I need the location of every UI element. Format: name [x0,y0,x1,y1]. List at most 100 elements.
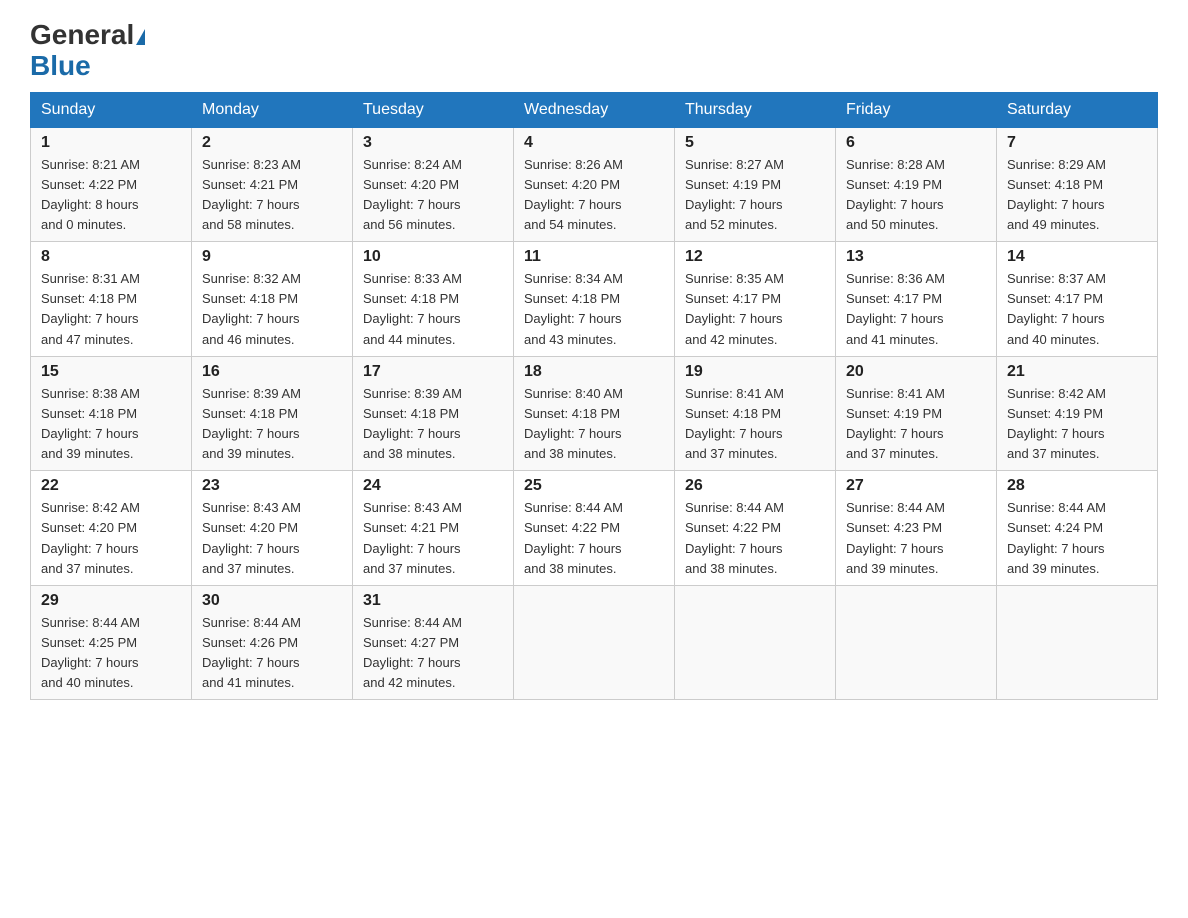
day-info: Sunrise: 8:39 AMSunset: 4:18 PMDaylight:… [363,384,503,465]
day-info: Sunrise: 8:43 AMSunset: 4:20 PMDaylight:… [202,498,342,579]
day-info: Sunrise: 8:24 AMSunset: 4:20 PMDaylight:… [363,155,503,236]
day-info: Sunrise: 8:32 AMSunset: 4:18 PMDaylight:… [202,269,342,350]
col-header-saturday: Saturday [997,92,1158,127]
day-info: Sunrise: 8:35 AMSunset: 4:17 PMDaylight:… [685,269,825,350]
calendar-cell: 10 Sunrise: 8:33 AMSunset: 4:18 PMDayligh… [353,242,514,357]
day-info: Sunrise: 8:42 AMSunset: 4:20 PMDaylight:… [41,498,181,579]
calendar-week-row: 29 Sunrise: 8:44 AMSunset: 4:25 PMDayligh… [31,585,1158,700]
calendar-cell: 18Sunrise: 8:40 AMSunset: 4:18 PMDayligh… [514,356,675,471]
day-number: 31 [363,592,503,610]
calendar-cell [514,585,675,700]
calendar-cell: 8 Sunrise: 8:31 AMSunset: 4:18 PMDaylight… [31,242,192,357]
day-number: 9 [202,248,342,266]
day-info: Sunrise: 8:44 AMSunset: 4:25 PMDaylight:… [41,613,181,694]
calendar-cell: 28Sunrise: 8:44 AMSunset: 4:24 PMDayligh… [997,471,1158,586]
day-info: Sunrise: 8:26 AMSunset: 4:20 PMDaylight:… [524,155,664,236]
calendar-week-row: 1 Sunrise: 8:21 AMSunset: 4:22 PMDaylight… [31,127,1158,242]
day-info: Sunrise: 8:41 AMSunset: 4:19 PMDaylight:… [846,384,986,465]
calendar-cell [997,585,1158,700]
calendar-table: SundayMondayTuesdayWednesdayThursdayFrid… [30,92,1158,701]
day-number: 22 [41,477,181,495]
calendar-cell: 20 Sunrise: 8:41 AMSunset: 4:19 PMDayligh… [836,356,997,471]
day-number: 2 [202,134,342,152]
calendar-cell: 29 Sunrise: 8:44 AMSunset: 4:25 PMDayligh… [31,585,192,700]
day-info: Sunrise: 8:21 AMSunset: 4:22 PMDaylight:… [41,155,181,236]
calendar-cell: 23Sunrise: 8:43 AMSunset: 4:20 PMDayligh… [192,471,353,586]
calendar-cell: 6Sunrise: 8:28 AMSunset: 4:19 PMDaylight… [836,127,997,242]
calendar-cell: 3Sunrise: 8:24 AMSunset: 4:20 PMDaylight… [353,127,514,242]
calendar-cell: 5 Sunrise: 8:27 AMSunset: 4:19 PMDaylight… [675,127,836,242]
calendar-cell: 9 Sunrise: 8:32 AMSunset: 4:18 PMDaylight… [192,242,353,357]
day-number: 20 [846,363,986,381]
day-info: Sunrise: 8:44 AMSunset: 4:23 PMDaylight:… [846,498,986,579]
day-info: Sunrise: 8:39 AMSunset: 4:18 PMDaylight:… [202,384,342,465]
day-number: 4 [524,134,664,152]
calendar-cell: 12 Sunrise: 8:35 AMSunset: 4:17 PMDayligh… [675,242,836,357]
calendar-cell [836,585,997,700]
col-header-thursday: Thursday [675,92,836,127]
calendar-header-row: SundayMondayTuesdayWednesdayThursdayFrid… [31,92,1158,127]
day-info: Sunrise: 8:42 AMSunset: 4:19 PMDaylight:… [1007,384,1147,465]
day-number: 24 [363,477,503,495]
calendar-cell: 2Sunrise: 8:23 AMSunset: 4:21 PMDaylight… [192,127,353,242]
day-number: 30 [202,592,342,610]
calendar-cell: 1 Sunrise: 8:21 AMSunset: 4:22 PMDaylight… [31,127,192,242]
calendar-week-row: 8 Sunrise: 8:31 AMSunset: 4:18 PMDaylight… [31,242,1158,357]
calendar-cell: 13Sunrise: 8:36 AMSunset: 4:17 PMDayligh… [836,242,997,357]
calendar-cell: 11Sunrise: 8:34 AMSunset: 4:18 PMDayligh… [514,242,675,357]
day-info: Sunrise: 8:44 AMSunset: 4:22 PMDaylight:… [685,498,825,579]
page-header: General Blue [30,20,1158,82]
day-number: 27 [846,477,986,495]
day-number: 12 [685,248,825,266]
calendar-cell: 17 Sunrise: 8:39 AMSunset: 4:18 PMDayligh… [353,356,514,471]
day-number: 1 [41,134,181,152]
day-number: 8 [41,248,181,266]
day-info: Sunrise: 8:44 AMSunset: 4:22 PMDaylight:… [524,498,664,579]
day-info: Sunrise: 8:27 AMSunset: 4:19 PMDaylight:… [685,155,825,236]
logo: General Blue [30,20,145,82]
day-number: 15 [41,363,181,381]
calendar-cell: 19Sunrise: 8:41 AMSunset: 4:18 PMDayligh… [675,356,836,471]
col-header-monday: Monday [192,92,353,127]
day-info: Sunrise: 8:44 AMSunset: 4:27 PMDaylight:… [363,613,503,694]
day-number: 25 [524,477,664,495]
calendar-cell: 4 Sunrise: 8:26 AMSunset: 4:20 PMDaylight… [514,127,675,242]
logo-general-text: General [30,20,145,51]
day-info: Sunrise: 8:37 AMSunset: 4:17 PMDaylight:… [1007,269,1147,350]
calendar-cell: 15 Sunrise: 8:38 AMSunset: 4:18 PMDayligh… [31,356,192,471]
logo-blue-text: Blue [30,51,91,82]
day-number: 7 [1007,134,1147,152]
day-number: 19 [685,363,825,381]
day-info: Sunrise: 8:28 AMSunset: 4:19 PMDaylight:… [846,155,986,236]
day-number: 10 [363,248,503,266]
day-number: 21 [1007,363,1147,381]
calendar-cell: 27 Sunrise: 8:44 AMSunset: 4:23 PMDayligh… [836,471,997,586]
calendar-cell: 14 Sunrise: 8:37 AMSunset: 4:17 PMDayligh… [997,242,1158,357]
day-info: Sunrise: 8:44 AMSunset: 4:26 PMDaylight:… [202,613,342,694]
calendar-cell: 30 Sunrise: 8:44 AMSunset: 4:26 PMDayligh… [192,585,353,700]
calendar-week-row: 15 Sunrise: 8:38 AMSunset: 4:18 PMDayligh… [31,356,1158,471]
day-number: 5 [685,134,825,152]
calendar-week-row: 22 Sunrise: 8:42 AMSunset: 4:20 PMDayligh… [31,471,1158,586]
day-info: Sunrise: 8:44 AMSunset: 4:24 PMDaylight:… [1007,498,1147,579]
col-header-friday: Friday [836,92,997,127]
calendar-cell: 25 Sunrise: 8:44 AMSunset: 4:22 PMDayligh… [514,471,675,586]
calendar-cell: 7Sunrise: 8:29 AMSunset: 4:18 PMDaylight… [997,127,1158,242]
day-number: 17 [363,363,503,381]
col-header-wednesday: Wednesday [514,92,675,127]
day-info: Sunrise: 8:31 AMSunset: 4:18 PMDaylight:… [41,269,181,350]
day-info: Sunrise: 8:43 AMSunset: 4:21 PMDaylight:… [363,498,503,579]
calendar-cell: 22 Sunrise: 8:42 AMSunset: 4:20 PMDayligh… [31,471,192,586]
calendar-cell: 31 Sunrise: 8:44 AMSunset: 4:27 PMDayligh… [353,585,514,700]
calendar-cell: 24 Sunrise: 8:43 AMSunset: 4:21 PMDayligh… [353,471,514,586]
day-number: 14 [1007,248,1147,266]
day-number: 29 [41,592,181,610]
calendar-cell: 26Sunrise: 8:44 AMSunset: 4:22 PMDayligh… [675,471,836,586]
day-number: 11 [524,248,664,266]
col-header-tuesday: Tuesday [353,92,514,127]
day-info: Sunrise: 8:33 AMSunset: 4:18 PMDaylight:… [363,269,503,350]
col-header-sunday: Sunday [31,92,192,127]
day-info: Sunrise: 8:40 AMSunset: 4:18 PMDaylight:… [524,384,664,465]
day-number: 16 [202,363,342,381]
day-info: Sunrise: 8:38 AMSunset: 4:18 PMDaylight:… [41,384,181,465]
